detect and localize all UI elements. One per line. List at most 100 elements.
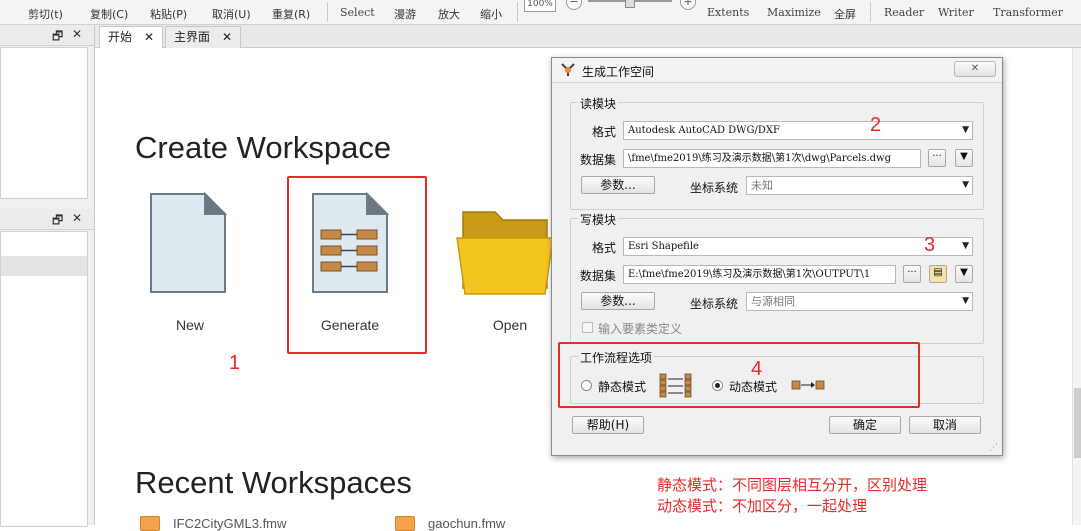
writer-coord-value: 与源相同	[751, 295, 795, 308]
vertical-scrollbar[interactable]	[1072, 48, 1081, 525]
reader-format-select[interactable]: Autodesk AutoCAD DWG/DXF ▼	[623, 121, 973, 140]
writer-dataset-field[interactable]: E:\fme\fme2019\练习及演示数据\第1次\OUTPUT\1	[623, 265, 896, 284]
folder-icon	[456, 211, 554, 295]
static-mode-note: 静态模式：不同图层相互分开，区别处理	[657, 476, 928, 494]
float-panel-icon[interactable]: 🗗	[52, 27, 63, 48]
resize-grip-icon[interactable]: ⋰	[989, 443, 998, 453]
zoom-minus-icon[interactable]: −	[566, 0, 582, 10]
reader-dataset-label: 数据集	[580, 153, 617, 167]
chevron-down-icon: ▼	[962, 296, 969, 306]
workspace-file-icon	[140, 516, 160, 531]
workspace-file-icon	[395, 516, 415, 531]
tab-bar: 开始 ✕ 主界面 ✕	[95, 25, 1081, 49]
writer-coord-label: 坐标系统	[690, 297, 739, 311]
annotation-number-2: 2	[870, 114, 882, 136]
recent-workspace-item[interactable]: gaochun.fmw	[428, 516, 505, 531]
generate-workspace-dialog: 生成工作空间 ✕ 读模块 格式 Autodesk AutoCAD DWG/DXF…	[551, 57, 1003, 456]
reader-coord-value: 未知	[751, 179, 773, 192]
open-workspace-tile[interactable]	[455, 208, 555, 308]
writer-dataset-label: 数据集	[580, 269, 617, 283]
dialog-titlebar[interactable]: 生成工作空间 ✕	[552, 58, 1002, 83]
chevron-down-icon: ▼	[962, 180, 969, 190]
toolbar-divider	[517, 2, 518, 22]
redo-button[interactable]: 重复(R)	[272, 6, 310, 22]
reader-format-value: Autodesk AutoCAD DWG/DXF	[628, 125, 780, 136]
close-panel-icon[interactable]: ✕	[72, 211, 82, 225]
new-workspace-tile[interactable]	[147, 191, 237, 302]
close-button[interactable]: ✕	[954, 61, 996, 77]
tab-label: 主界面	[174, 30, 211, 44]
select-button[interactable]: Select	[340, 6, 375, 19]
toolbar-divider	[870, 2, 871, 22]
new-label: New	[175, 317, 204, 333]
paste-button[interactable]: 粘贴(P)	[150, 6, 187, 22]
recent-workspace-item[interactable]: IFC2CityGML3.fmw	[173, 516, 286, 531]
reader-coord-select[interactable]: 未知 ▼	[746, 176, 973, 195]
dialog-title: 生成工作空间	[582, 65, 655, 79]
reader-dataset-field[interactable]: \fme\fme2019\练习及演示数据\第1次\dwg\Parcels.dwg	[623, 149, 921, 168]
browse-dataset-button[interactable]: ···	[928, 149, 946, 167]
transformer-button[interactable]: Transformer	[993, 6, 1063, 19]
workflow-highlight-box	[558, 342, 920, 408]
dataset-options-button[interactable]: ▼	[955, 149, 973, 167]
cut-button[interactable]: 剪切(t)	[28, 6, 63, 22]
writer-format-value: Esri Shapefile	[628, 241, 699, 252]
annotation-number-3: 3	[924, 234, 936, 256]
feature-def-checkbox[interactable]	[582, 322, 593, 333]
zoom-level-field[interactable]: 100%	[524, 0, 556, 12]
zoom-in-button[interactable]: 放大	[438, 6, 460, 22]
ok-button[interactable]: 确定	[829, 416, 901, 434]
tab-label: 开始	[108, 30, 133, 44]
dynamic-mode-note: 动态模式：不加区分，一起处理	[657, 497, 868, 515]
left-dock: 🗗 ✕ 🗗 ✕	[0, 25, 95, 527]
close-panel-icon[interactable]: ✕	[72, 27, 82, 41]
reader-coord-label: 坐标系统	[690, 181, 739, 195]
generate-highlight-box	[287, 176, 427, 354]
navigator-panel	[0, 47, 88, 199]
fullscreen-button[interactable]: 全屏	[834, 6, 856, 22]
scrollbar-thumb[interactable]	[1074, 388, 1081, 458]
writer-format-select[interactable]: Esri Shapefile ▼	[623, 237, 973, 256]
writer-coord-select[interactable]: 与源相同 ▼	[746, 292, 973, 311]
create-workspace-title: Create Workspace	[135, 130, 392, 165]
zoom-plus-icon[interactable]: +	[680, 0, 696, 10]
reader-button[interactable]: Reader	[884, 6, 924, 19]
tab-start[interactable]: 开始 ✕	[99, 26, 164, 49]
dataset-options-button[interactable]: ▼	[955, 265, 973, 283]
reader-format-label: 格式	[592, 125, 617, 139]
maximize-button[interactable]: Maximize	[767, 6, 821, 19]
panel-header: 🗗 ✕	[0, 209, 94, 230]
help-button[interactable]: 帮助(H)	[572, 416, 644, 434]
main-toolbar: 剪切(t) 复制(C) 粘贴(P) 取消(U) 重复(R) Select 漫游 …	[0, 0, 1081, 25]
float-panel-icon[interactable]: 🗗	[52, 211, 63, 232]
chevron-down-icon: ▼	[962, 241, 969, 251]
recent-workspaces-title: Recent Workspaces	[135, 465, 412, 500]
panel-header: 🗗 ✕	[0, 25, 94, 46]
close-icon[interactable]: ✕	[144, 30, 154, 44]
tab-main[interactable]: 主界面 ✕	[165, 26, 242, 48]
folder-browse-icon[interactable]: ▤	[929, 265, 947, 283]
writer-format-label: 格式	[592, 241, 617, 255]
zoom-out-button[interactable]: 缩小	[480, 6, 502, 22]
zoom-slider-handle[interactable]	[625, 0, 635, 8]
cancel-button[interactable]: 取消	[909, 416, 981, 434]
browse-dataset-button[interactable]: ···	[903, 265, 921, 283]
new-document-icon	[150, 191, 228, 293]
extents-button[interactable]: Extents	[707, 6, 749, 19]
writer-params-button[interactable]: 参数...	[581, 292, 655, 310]
fme-app-icon	[561, 63, 575, 76]
pan-button[interactable]: 漫游	[394, 6, 416, 22]
writer-button[interactable]: Writer	[938, 6, 974, 19]
reader-group-title: 读模块	[578, 95, 619, 112]
list-item[interactable]	[1, 256, 87, 276]
annotation-number-1: 1	[229, 352, 241, 374]
toolbar-divider	[327, 2, 328, 22]
library-panel	[0, 231, 88, 527]
copy-button[interactable]: 复制(C)	[90, 6, 128, 22]
chevron-down-icon: ▼	[962, 125, 969, 135]
feature-def-label: 输入要素类定义	[598, 322, 683, 336]
close-icon[interactable]: ✕	[222, 30, 232, 44]
writer-group-title: 写模块	[578, 211, 619, 228]
undo-button[interactable]: 取消(U)	[212, 6, 251, 22]
reader-params-button[interactable]: 参数...	[581, 176, 655, 194]
